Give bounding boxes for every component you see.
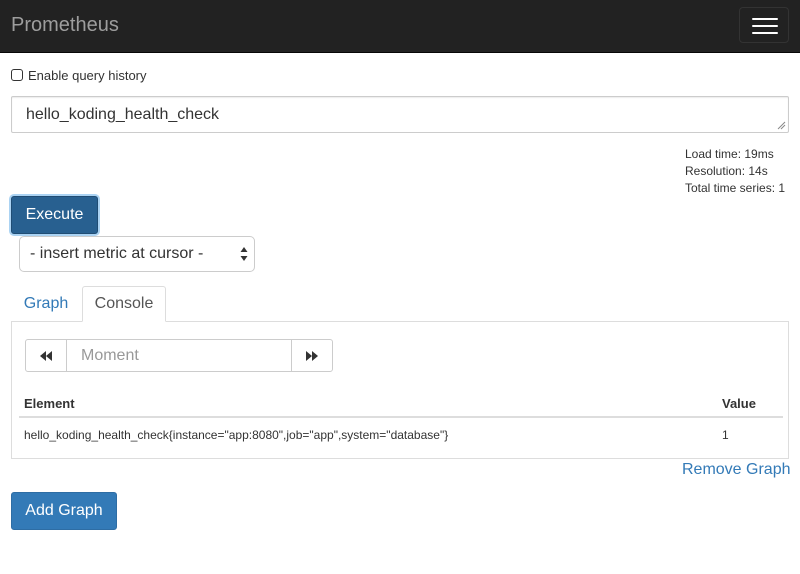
total-time-series: Total time series: 1 bbox=[685, 181, 786, 195]
table-row: hello_koding_health_check{instance="app:… bbox=[19, 420, 783, 448]
expression-value: hello_koding_health_check bbox=[26, 106, 220, 123]
navbar: Prometheus bbox=[0, 0, 800, 53]
brand-link[interactable]: Prometheus bbox=[11, 12, 119, 38]
table-header: Element Value bbox=[19, 392, 783, 418]
query-history-toggle[interactable]: Enable query history bbox=[11, 66, 147, 84]
backward-icon bbox=[40, 351, 52, 361]
insert-metric-select[interactable]: - insert metric at cursor - bbox=[19, 236, 255, 272]
console-panel: Moment Element Value hello_koding_health… bbox=[11, 321, 789, 459]
insert-metric-selected: - insert metric at cursor - bbox=[30, 245, 204, 262]
query-history-label: Enable query history bbox=[28, 67, 147, 83]
add-graph-button[interactable]: Add Graph bbox=[11, 492, 117, 530]
load-time: Load time: 19ms bbox=[685, 147, 774, 161]
row-element: hello_koding_health_check{instance="app:… bbox=[24, 428, 449, 442]
query-stats: Load time: 19ms Resolution: 14s Total ti… bbox=[685, 146, 785, 197]
forward-icon bbox=[306, 351, 318, 361]
execute-button[interactable]: Execute bbox=[11, 196, 98, 234]
menu-toggle-button[interactable] bbox=[739, 7, 789, 43]
moment-control: Moment bbox=[25, 339, 333, 372]
moment-input[interactable]: Moment bbox=[66, 339, 292, 372]
tab-graph[interactable]: Graph bbox=[11, 286, 81, 321]
moment-forward-button[interactable] bbox=[291, 339, 333, 372]
expression-input[interactable]: hello_koding_health_check bbox=[11, 96, 789, 133]
tab-console[interactable]: Console bbox=[82, 286, 166, 322]
moment-back-button[interactable] bbox=[25, 339, 67, 372]
hamburger-icon bbox=[752, 18, 778, 20]
resize-grip-icon[interactable] bbox=[777, 121, 786, 130]
row-value: 1 bbox=[722, 428, 729, 442]
column-header-element: Element bbox=[24, 396, 75, 411]
select-arrows-icon bbox=[240, 247, 248, 261]
column-header-value: Value bbox=[722, 396, 756, 411]
resolution: Resolution: 14s bbox=[685, 164, 768, 178]
query-history-checkbox[interactable] bbox=[11, 69, 23, 81]
remove-graph-link[interactable]: Remove Graph bbox=[682, 460, 791, 480]
